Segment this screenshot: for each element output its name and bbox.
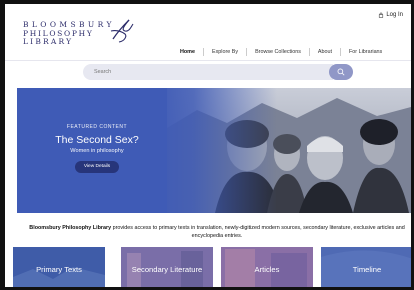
lock-icon <box>379 12 384 18</box>
tile-label: Secondary Literature <box>131 265 203 274</box>
search-bar <box>83 64 353 80</box>
nav-for-librarians[interactable]: For Librarians <box>341 47 390 57</box>
hero-caption: FEATURED CONTENT The Second Sex? Women i… <box>17 88 177 213</box>
search-icon <box>337 68 345 76</box>
hero-kicker: FEATURED CONTENT <box>66 124 128 130</box>
featured-banner[interactable]: FEATURED CONTENT The Second Sex? Women i… <box>17 88 411 213</box>
logo-swoosh-icon <box>110 19 134 43</box>
tile-label: Timeline <box>352 265 382 274</box>
nav-explore-by[interactable]: Explore By <box>204 47 246 57</box>
tile-secondary-literature[interactable]: Secondary Literature <box>121 247 213 287</box>
logo-line-1: BLOOMSBURY <box>23 20 115 29</box>
hero-title: The Second Sex? <box>55 134 139 146</box>
nav-browse-collections[interactable]: Browse Collections <box>247 47 309 57</box>
tile-primary-texts[interactable]: Primary Texts <box>13 247 105 287</box>
main-nav: Home Explore By Browse Collections About… <box>172 47 390 61</box>
view-details-button[interactable]: View Details <box>75 161 119 173</box>
nav-home[interactable]: Home <box>172 47 203 61</box>
tile-articles[interactable]: Articles <box>221 247 313 287</box>
intro-brand: Bloomsbury Philosophy Library <box>29 225 112 231</box>
login-label: Log In <box>386 12 403 18</box>
header-divider <box>5 60 411 61</box>
site-logo[interactable]: BLOOMSBURY PHILOSOPHY LIBRARY <box>23 19 134 46</box>
intro-text: provides access to primary texts in tran… <box>111 225 405 239</box>
intro-paragraph: Bloomsbury Philosophy Library provides a… <box>27 225 407 240</box>
nav-about[interactable]: About <box>310 47 340 57</box>
logo-line-3: LIBRARY <box>23 37 74 46</box>
browser-frame: Log In BLOOMSBURY PHILOSOPHY LIBRARY Hom… <box>0 0 414 290</box>
search-button[interactable] <box>329 64 353 80</box>
tile-timeline[interactable]: Timeline <box>321 247 411 287</box>
tile-label: Primary Texts <box>36 265 82 274</box>
logo-line-2: PHILOSOPHY <box>23 28 94 38</box>
search-input[interactable] <box>83 64 333 80</box>
login-link[interactable]: Log In <box>378 12 403 18</box>
tile-label: Articles <box>254 265 280 274</box>
hero-subtitle: Women in philosophy <box>70 148 124 154</box>
